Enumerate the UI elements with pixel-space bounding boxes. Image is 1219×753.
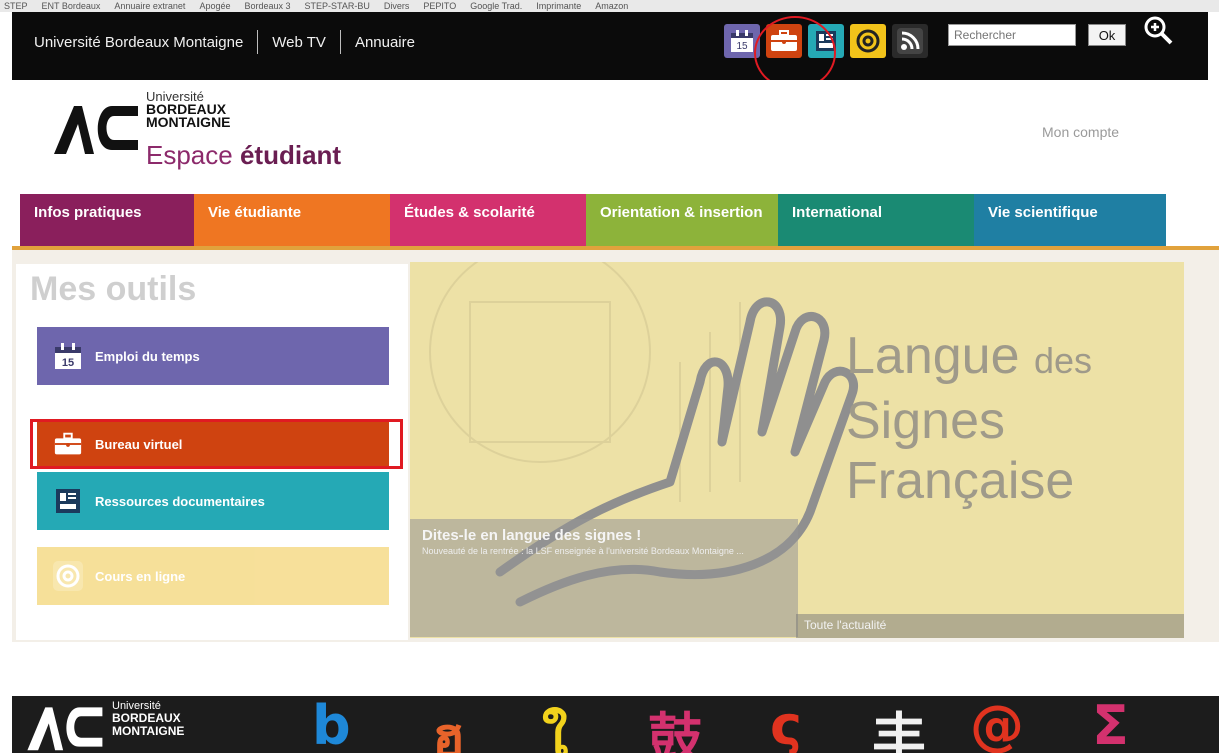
espace-prefix: Espace [146,140,233,170]
banner-line: Française [846,452,1075,510]
banner-caption[interactable]: Dites-le en langue des signes ! Nouveaut… [410,519,798,637]
account-link[interactable]: Mon compte [1042,124,1119,140]
bookmark-item[interactable]: Apogée [199,0,230,12]
annotation-box [30,419,403,469]
search-input[interactable] [949,25,1075,45]
bookmark-item[interactable]: PEPITO [423,0,456,12]
rss-icon[interactable] [892,24,928,58]
footer-glyph: Σ [1092,696,1129,753]
all-news-link[interactable]: Toute l'actualité [796,614,1184,638]
nav-infos-pratiques[interactable]: Infos pratiques [20,194,194,250]
nav-vie-etudiante[interactable]: Vie étudiante [194,194,390,250]
divider [339,30,341,54]
footer-glyph: ς [770,696,803,753]
footer-glyph: 丰 [872,707,926,753]
caption-text: Nouveauté de la rentrée : la LSF enseign… [422,546,744,556]
nav-vie-scientifique[interactable]: Vie scientifique [974,194,1166,250]
site-footer: Université BORDEAUX MONTAIGNE b ฮ ใ 鼓 ς … [12,696,1219,753]
calendar-icon: 15 [53,341,83,371]
banner-line: Signes [846,392,1005,450]
divider [257,30,259,54]
nav-orientation-insertion[interactable]: Orientation & insertion [586,194,778,250]
caption-title: Dites-le en langue des signes ! [422,527,642,544]
bookmark-item[interactable]: Divers [384,0,410,12]
espace-title: Espace étudiant [146,140,341,171]
svg-text:15: 15 [62,357,74,369]
bookmarks-bar: STEP ENT Bordeaux Annuaire extranet Apog… [0,0,1219,12]
nav-etudes-scolarite[interactable]: Études & scolarité [390,194,586,250]
site-header: Université BORDEAUX MONTAIGNE Espace étu… [12,80,1208,194]
logo-line: MONTAIGNE [146,114,231,130]
banner-title: Langue des Signes Française [846,326,1092,511]
footer-glyph: @ [970,696,1024,753]
link-web-tv[interactable]: Web TV [272,34,326,51]
ok-button[interactable]: Ok [1088,24,1126,46]
bookmark-item[interactable]: Bordeaux 3 [244,0,290,12]
bookmark-item[interactable]: STEP-STAR-BU [305,0,370,12]
logo-line: BORDEAUX [112,711,181,725]
tools-title: Mes outils [30,270,197,308]
banner-line: des [1033,340,1093,381]
search-field[interactable] [948,24,1076,46]
footer-glyph: ใ [542,706,569,753]
nav-international[interactable]: International [778,194,974,250]
logo-text: Université BORDEAUX MONTAIGNE [146,90,231,129]
news-banner[interactable]: Langue des Signes Française Dites-le en … [410,262,1184,638]
footer-glyph: ฮ [432,706,465,753]
zoom-in-icon[interactable] [1142,14,1174,51]
footer-logo[interactable] [24,702,104,752]
logo-line: MONTAIGNE [112,724,185,738]
footer-logo-text: Université BORDEAUX MONTAIGNE [112,700,184,738]
tool-emploi-du-temps[interactable]: 15 Emploi du temps [37,327,389,385]
banner-line: Langue [846,327,1020,385]
annotation-circle [754,16,836,90]
tool-label: Cours en ligne [95,568,186,584]
at-mail-icon [53,561,83,591]
bookmark-item[interactable]: Imprimante [536,0,581,12]
bookmark-item[interactable]: ENT Bordeaux [42,0,101,12]
at-mail-icon[interactable] [850,24,886,58]
svg-text:15: 15 [736,41,748,52]
bookmark-item[interactable]: STEP [4,0,28,12]
link-universite[interactable]: Université Bordeaux Montaigne [34,34,243,51]
university-logo[interactable] [52,100,138,161]
espace-bold: étudiant [239,140,342,170]
tool-label: Ressources documentaires [95,493,265,509]
link-annuaire[interactable]: Annuaire [355,34,415,51]
site-links: Université Bordeaux Montaigne Web TV Ann… [34,30,415,54]
bookmark-item[interactable]: Amazon [595,0,628,12]
tool-label: Emploi du temps [95,348,200,364]
bookmark-item[interactable]: Google Trad. [470,0,522,12]
tool-ressources-documentaires[interactable]: Ressources documentaires [37,472,389,530]
footer-glyph: b [312,696,351,753]
tool-cours-en-ligne[interactable]: Cours en ligne [37,547,389,605]
documents-icon [53,486,83,516]
top-bar: Université Bordeaux Montaigne Web TV Ann… [12,12,1208,80]
main-nav: Infos pratiques Vie étudiante Études & s… [20,194,1166,250]
bookmark-item[interactable]: Annuaire extranet [114,0,185,12]
footer-glyph: 鼓 [648,707,702,753]
